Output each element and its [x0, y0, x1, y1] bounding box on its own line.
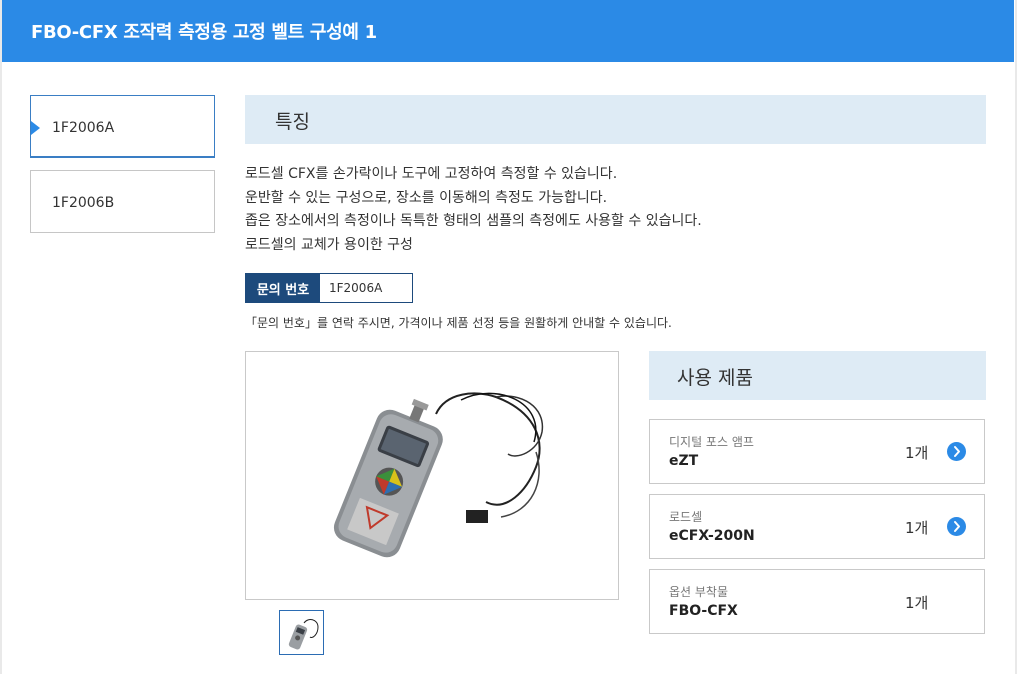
chevron-circle-right-icon[interactable]	[947, 442, 966, 461]
triangle-right-icon	[31, 121, 40, 135]
feature-line: 운반할 수 있는 구성으로, 장소를 이동해의 측정도 가능합니다.	[245, 189, 608, 206]
product-name: eZT	[669, 453, 699, 469]
tab-1f2006b[interactable]: 1F2006B	[30, 170, 215, 233]
products-heading-bar: 사용 제품	[649, 351, 986, 400]
product-qty: 1개	[905, 594, 929, 612]
product-qty: 1개	[905, 444, 929, 462]
tab-label: 1F2006B	[52, 195, 115, 211]
product-card-ezt[interactable]: 디지털 포스 앰프 eZT 1개	[649, 419, 985, 484]
product-card-ecfx-200n[interactable]: 로드셀 eCFX-200N 1개	[649, 494, 985, 559]
product-qty: 1개	[905, 519, 929, 537]
feature-line: 로드셀의 교체가 용이한 구성	[245, 236, 413, 253]
inquiry-label: 문의 번호	[246, 274, 320, 302]
product-card-fbo-cfx: 옵션 부착물 FBO-CFX 1개	[649, 569, 985, 634]
products-heading: 사용 제품	[677, 367, 753, 389]
product-category: 옵션 부착물	[669, 585, 729, 599]
inquiry-number-box: 문의 번호 1F2006A	[245, 273, 413, 303]
page-title: FBO-CFX 조작력 측정용 고정 벨트 구성예 1	[31, 22, 377, 43]
features-description: 로드셀 CFX를 손가락이나 도구에 고정하여 측정할 수 있습니다. 운반할 …	[245, 163, 702, 257]
page-frame-left	[0, 0, 2, 674]
force-gauge-image	[333, 392, 544, 558]
product-photo	[245, 351, 619, 600]
inquiry-note: 「문의 번호」를 연락 주시면, 가격이나 제품 선정 등을 원활하게 안내할 …	[245, 316, 672, 330]
product-name: eCFX-200N	[669, 528, 755, 544]
inquiry-value: 1F2006A	[329, 281, 383, 295]
product-category: 디지털 포스 앰프	[669, 435, 754, 449]
chevron-circle-right-icon[interactable]	[947, 517, 966, 536]
product-thumbnail[interactable]	[279, 610, 324, 655]
page-header: FBO-CFX 조작력 측정용 고정 벨트 구성예 1	[2, 0, 1014, 62]
tab-label: 1F2006A	[52, 120, 115, 136]
features-heading-bar: 특징	[245, 95, 986, 144]
feature-line: 로드셀 CFX를 손가락이나 도구에 고정하여 측정할 수 있습니다.	[245, 166, 618, 182]
force-gauge-thumbnail-image	[288, 619, 319, 650]
tab-1f2006a[interactable]: 1F2006A	[30, 95, 215, 158]
features-heading: 특징	[275, 111, 310, 133]
product-category: 로드셀	[669, 510, 703, 524]
feature-line: 좁은 장소에서의 측정이나 독특한 형태의 샘플의 측정에도 사용할 수 있습니…	[245, 213, 702, 229]
product-name: FBO-CFX	[669, 603, 738, 619]
